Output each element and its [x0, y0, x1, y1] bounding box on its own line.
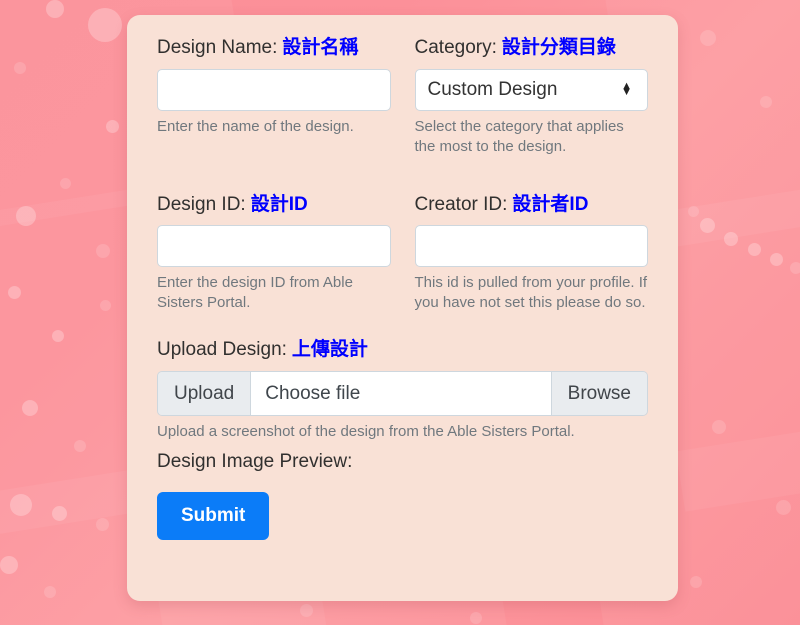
background-dot	[100, 300, 111, 311]
design-submission-form-card: Design Name:設計名稱 Enter the name of the d…	[127, 15, 678, 601]
background-dot	[700, 218, 715, 233]
upload-design-label: Upload Design:上傳設計	[157, 339, 648, 362]
background-dot	[700, 30, 716, 46]
file-upload-group: Upload Choose file Browse	[157, 371, 648, 416]
background-dot	[8, 286, 21, 299]
category-label-zh: 設計分類目錄	[502, 37, 616, 58]
background-dot	[52, 506, 67, 521]
background-dot	[44, 586, 56, 598]
chevron-down-icon: ▼	[621, 90, 632, 96]
background-dot	[10, 494, 32, 516]
background-dot	[52, 330, 64, 342]
category-help-text: Select the category that applies the mos…	[415, 117, 649, 157]
background-dot	[14, 62, 26, 74]
background-dot	[688, 206, 699, 217]
background-dot	[22, 400, 38, 416]
row-spacer	[145, 157, 660, 194]
upload-design-help-text: Upload a screenshot of the design from t…	[157, 422, 648, 442]
background-dot	[60, 178, 71, 189]
background-dot	[690, 576, 702, 588]
row-spacer	[145, 313, 660, 339]
design-id-label-en: Design ID:	[157, 194, 246, 215]
background-dot	[96, 244, 110, 258]
background-dot	[790, 262, 800, 274]
upload-design-label-en: Upload Design:	[157, 339, 287, 360]
design-id-help-text: Enter the design ID from Able Sisters Po…	[157, 273, 391, 313]
design-id-input[interactable]	[157, 225, 391, 267]
creator-id-input[interactable]	[415, 225, 649, 267]
design-name-label-en: Design Name:	[157, 37, 277, 58]
background-dot	[724, 232, 738, 246]
design-image-preview-label: Design Image Preview:	[157, 451, 648, 473]
background-dot	[46, 0, 64, 18]
file-name-display[interactable]: Choose file	[251, 372, 550, 415]
background-dot	[748, 243, 761, 256]
background-dot	[16, 206, 36, 226]
design-name-label: Design Name:設計名稱	[157, 37, 391, 60]
form-row-3: Upload Design:上傳設計 Upload Choose file Br…	[145, 339, 660, 540]
category-label: Category:設計分類目錄	[415, 37, 649, 60]
background-dot	[88, 8, 122, 42]
background-dot	[776, 500, 791, 515]
upload-design-label-zh: 上傳設計	[292, 339, 368, 360]
design-name-help-text: Enter the name of the design.	[157, 117, 391, 137]
background-dot	[74, 440, 86, 452]
field-creator-id: Creator ID:設計者ID This id is pulled from …	[403, 194, 661, 314]
form-row-2: Design ID:設計ID Enter the design ID from …	[145, 194, 660, 314]
form-row-1: Design Name:設計名稱 Enter the name of the d…	[145, 37, 660, 157]
field-design-id: Design ID:設計ID Enter the design ID from …	[145, 194, 403, 314]
browse-button[interactable]: Browse	[551, 372, 647, 415]
category-selected-value: Custom Design	[428, 79, 558, 101]
creator-id-help-text: This id is pulled from your profile. If …	[415, 273, 649, 313]
category-label-en: Category:	[415, 37, 497, 58]
field-category: Category:設計分類目錄 Custom Design ▲ ▼ Select…	[403, 37, 661, 157]
design-name-label-zh: 設計名稱	[282, 37, 358, 58]
background-dot	[106, 120, 119, 133]
creator-id-label: Creator ID:設計者ID	[415, 194, 649, 217]
chevron-up-down-icon: ▲ ▼	[621, 84, 632, 95]
background-dot	[300, 604, 313, 617]
creator-id-label-zh: 設計者ID	[512, 194, 588, 215]
field-upload-design: Upload Design:上傳設計 Upload Choose file Br…	[145, 339, 660, 540]
background-dot	[470, 612, 482, 624]
background-dot	[96, 518, 109, 531]
design-id-label-zh: 設計ID	[251, 194, 308, 215]
submit-button[interactable]: Submit	[157, 492, 269, 540]
category-select[interactable]: Custom Design ▲ ▼	[415, 69, 649, 111]
background-dot	[0, 556, 18, 574]
background-dot	[770, 253, 783, 266]
design-name-input[interactable]	[157, 69, 391, 111]
upload-button[interactable]: Upload	[158, 372, 251, 415]
background-dot	[760, 96, 772, 108]
field-design-name: Design Name:設計名稱 Enter the name of the d…	[145, 37, 403, 157]
design-id-label: Design ID:設計ID	[157, 194, 391, 217]
background-dot	[712, 420, 726, 434]
creator-id-label-en: Creator ID:	[415, 194, 508, 215]
